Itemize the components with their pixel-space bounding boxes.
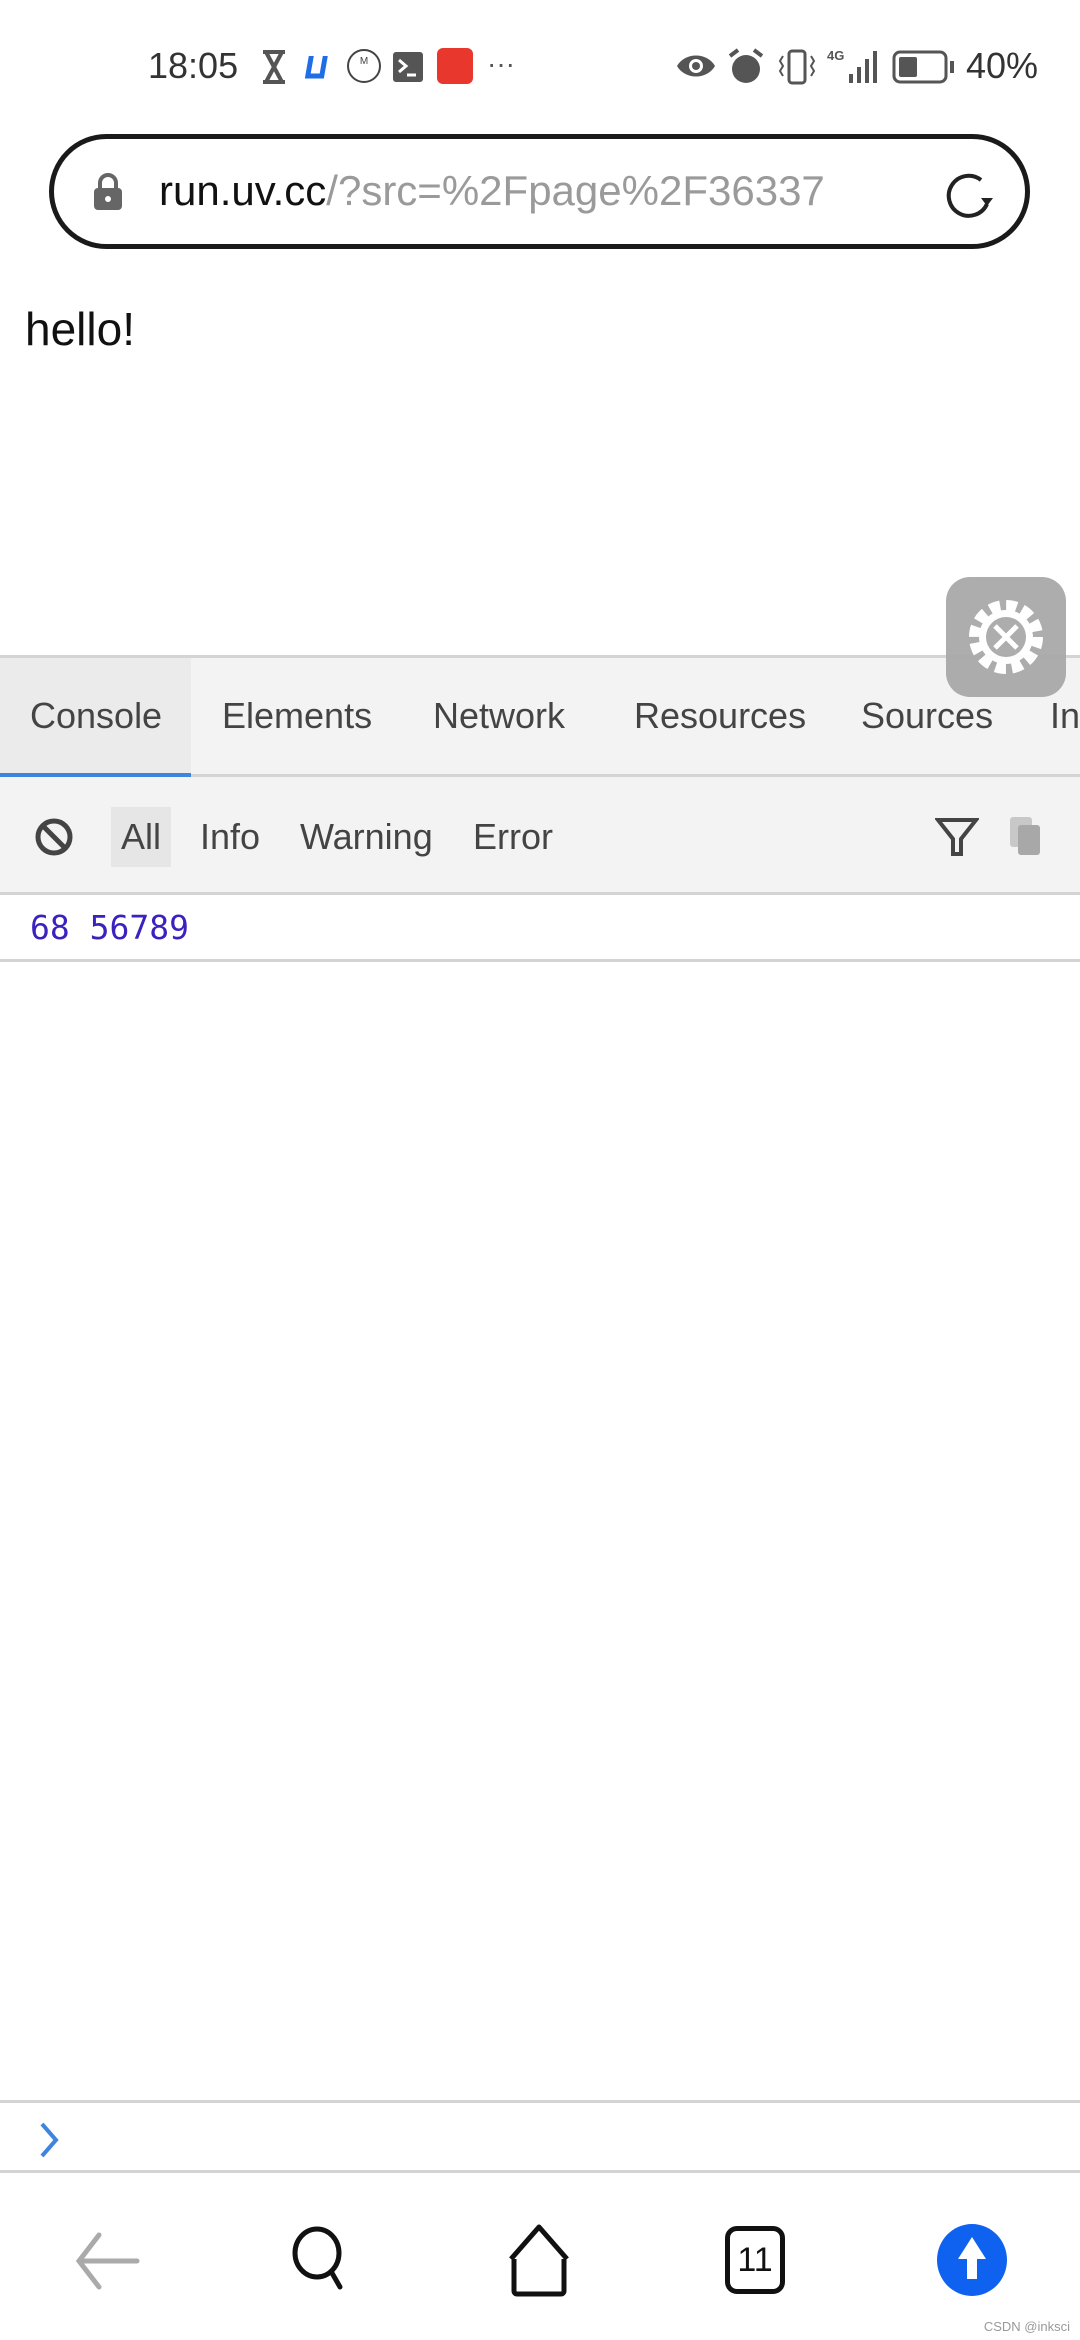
app-icon-blue [304, 56, 328, 79]
alarm-icon [728, 48, 764, 83]
vibrate-icon [778, 49, 816, 85]
filter-all[interactable]: All [111, 807, 172, 867]
more-icon: ··· [487, 48, 515, 79]
browser-nav-bar: 11 CSDN @inksci [0, 2173, 1080, 2340]
url-host: run.uv.cc [159, 167, 327, 214]
page-text: hello! [25, 303, 135, 355]
signal-icon: 4G [827, 48, 877, 83]
tab-console[interactable]: Console [0, 658, 191, 777]
filter-warning[interactable]: Warning [290, 807, 443, 867]
lock-icon [94, 173, 122, 210]
upload-icon[interactable] [936, 2223, 1008, 2297]
network-label: 4G [827, 48, 844, 63]
copy-icon[interactable] [1008, 815, 1044, 857]
filter-icon[interactable] [935, 817, 979, 857]
status-bar: 18:05 M ··· 4G 40% [0, 0, 1080, 120]
clock: 18:05 [148, 45, 239, 86]
filter-info[interactable]: Info [190, 807, 270, 867]
reload-icon[interactable] [941, 168, 997, 224]
log-message: 68 56789 [30, 908, 189, 947]
back-icon[interactable] [74, 2231, 140, 2291]
tab-resources[interactable]: Resources [604, 658, 836, 777]
settings-tools-icon [969, 600, 1043, 674]
search-icon[interactable] [290, 2225, 356, 2297]
devtools-tab-bar: Console Elements Network Resources Sourc… [0, 655, 1080, 777]
devtools-toggle-button[interactable] [946, 577, 1066, 697]
jd-icon: M [347, 49, 381, 83]
console-toolbar: All Info Warning Error [0, 777, 1080, 895]
address-bar[interactable]: run.uv.cc/?src=%2Fpage%2F36337 [49, 134, 1030, 249]
console-log-row: 68 56789 [0, 895, 1080, 962]
tab-network[interactable]: Network [403, 658, 595, 777]
eye-icon [677, 55, 715, 77]
filter-error[interactable]: Error [463, 807, 563, 867]
battery-icon [892, 50, 954, 84]
app-icon-red [437, 48, 473, 84]
battery-percent: 40% [966, 45, 1039, 86]
svg-text:M: M [360, 56, 368, 67]
tabs-button[interactable]: 11 [725, 2226, 785, 2294]
console-input[interactable] [0, 2100, 1080, 2173]
chevron-right-icon [40, 2122, 59, 2158]
home-icon[interactable] [505, 2223, 573, 2299]
terminal-icon [393, 52, 423, 82]
url-path: /?src=%2Fpage%2F36337 [326, 167, 825, 214]
hourglass-icon [263, 50, 285, 84]
watermark: CSDN @inksci [983, 2319, 1070, 2334]
url-text[interactable]: run.uv.cc/?src=%2Fpage%2F36337 [159, 167, 949, 215]
tab-elements[interactable]: Elements [192, 658, 402, 777]
clear-console-icon[interactable] [34, 817, 74, 857]
